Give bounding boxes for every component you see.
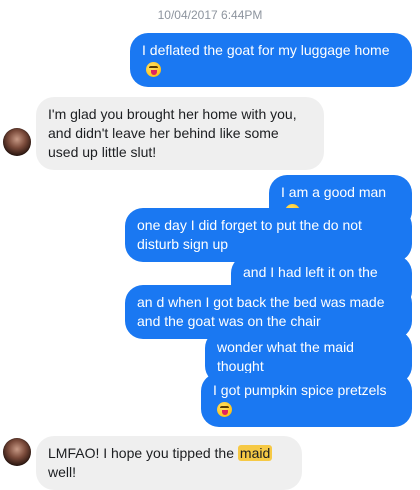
message-text: one day I did forget to put the do not d…	[137, 217, 362, 252]
highlighted-word: maid	[237, 445, 273, 461]
message-text: I am a good man	[281, 184, 387, 200]
contact-avatar[interactable]	[3, 128, 31, 156]
message-text: wonder what the maid thought	[217, 339, 354, 374]
contact-avatar[interactable]	[3, 438, 31, 466]
message-text: I deflated the goat for my luggage home	[142, 42, 390, 58]
grinning-tongue-emoji-icon	[217, 402, 232, 417]
message-bubble-outgoing[interactable]: I got pumpkin spice pretzels	[201, 373, 412, 427]
message-text: I'm glad you brought her home with you, …	[48, 106, 297, 160]
timestamp: 10/04/2017 6:44PM	[157, 8, 263, 22]
grinning-tongue-emoji-icon	[146, 62, 161, 77]
message-text: I got pumpkin spice pretzels	[213, 382, 387, 398]
message-text: an d when I got back the bed was made an…	[137, 294, 385, 329]
message-bubble-outgoing[interactable]: I deflated the goat for my luggage home	[130, 33, 412, 87]
message-text-after: well!	[48, 464, 77, 480]
message-text-before: LMFAO! I hope you tipped the	[48, 445, 235, 461]
message-bubble-incoming[interactable]: LMFAO! I hope you tipped the maid well!	[36, 436, 302, 490]
message-bubble-incoming[interactable]: I'm glad you brought her home with you, …	[36, 97, 324, 170]
message-bubble-outgoing[interactable]: one day I did forget to put the do not d…	[125, 208, 412, 262]
